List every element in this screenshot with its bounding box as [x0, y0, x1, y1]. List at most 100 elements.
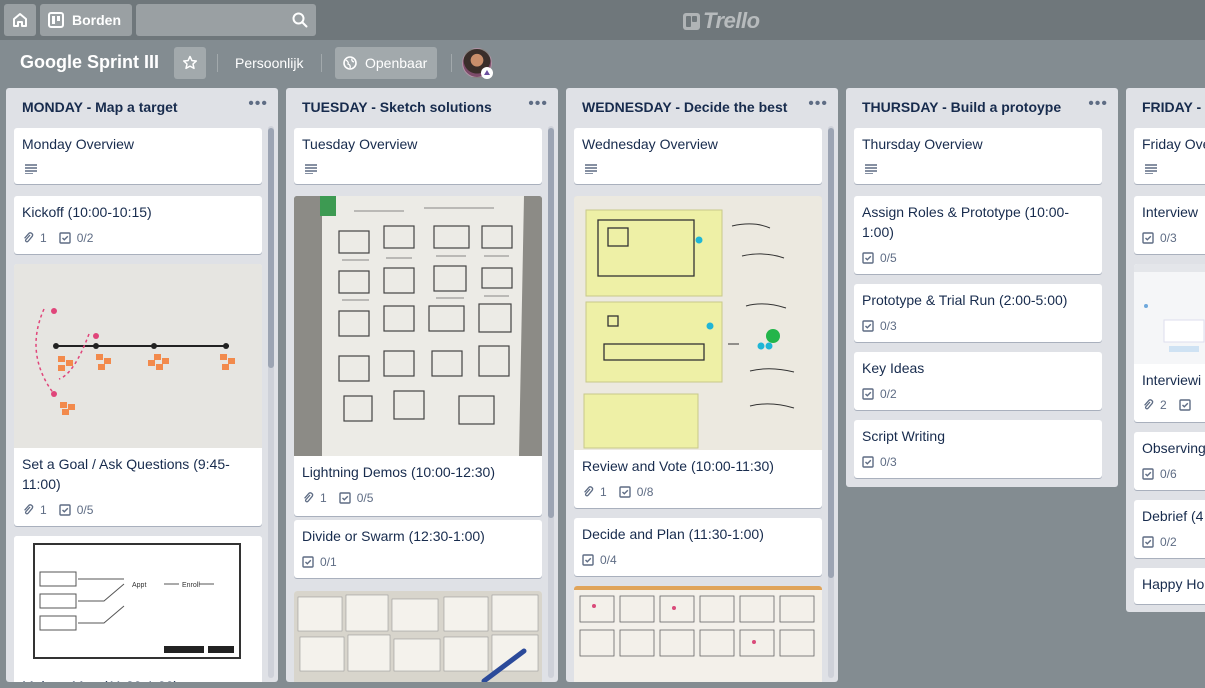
- attachment-count: 1: [40, 503, 47, 517]
- wireframe-grid-image: [574, 586, 822, 682]
- globe-icon: [343, 56, 357, 70]
- paperclip-icon: [24, 232, 34, 243]
- checklist-count: 0/5: [880, 251, 897, 265]
- checklist-icon: [302, 556, 314, 568]
- card[interactable]: Review and Vote (10:00-11:30) 1 0/8: [574, 196, 822, 508]
- board-title[interactable]: Google Sprint III: [20, 52, 159, 73]
- whiteboard-map-image: [14, 264, 262, 448]
- checklist-count: 0/3: [1160, 231, 1177, 245]
- home-button[interactable]: [4, 4, 36, 36]
- card[interactable]: Interview 0/3: [1134, 196, 1205, 254]
- card[interactable]: Tuesday Overview: [294, 128, 542, 184]
- avatar[interactable]: [462, 48, 493, 79]
- checklist-badge: 0/5: [338, 491, 374, 505]
- list-title[interactable]: TUESDAY - Sketch solutions: [286, 88, 558, 126]
- checklist-count: 0/5: [356, 491, 374, 505]
- card[interactable]: Decide and Plan (11:30-1:00) 0/4: [574, 518, 822, 576]
- checklist-icon: [1178, 399, 1191, 411]
- card[interactable]: Kickoff (10:00-10:15) 1 0/2: [14, 196, 262, 254]
- search-input[interactable]: [136, 4, 316, 36]
- star-icon: [182, 55, 198, 70]
- card-title: Make a Map (11:30-1:00): [14, 670, 262, 682]
- card-title: Kickoff (10:00-10:15): [22, 204, 152, 220]
- card[interactable]: [294, 591, 542, 682]
- card[interactable]: Happy Ho: [1134, 568, 1205, 604]
- card-title: Friday Overview: [1142, 136, 1205, 152]
- star-button[interactable]: [174, 47, 206, 79]
- description-icon: [1145, 164, 1157, 174]
- list-scrollbar[interactable]: [548, 126, 554, 678]
- card[interactable]: [574, 586, 822, 682]
- card-title: Observing: [1142, 440, 1205, 456]
- card-cover-image: [294, 591, 542, 682]
- card[interactable]: Assign Roles & Prototype (10:00-1:00) 0/…: [854, 196, 1102, 274]
- card-title: Debrief (4: [1142, 508, 1204, 524]
- checklist-badge: 0/3: [862, 455, 897, 469]
- list-scrollbar[interactable]: [268, 126, 274, 678]
- paperclip-icon: [24, 504, 34, 515]
- checklist-icon: [1142, 468, 1154, 480]
- checklist-badge: 0/5: [58, 503, 94, 517]
- attachment-badge: 1: [22, 503, 47, 517]
- checklist-icon: [338, 492, 351, 504]
- card[interactable]: Monday Overview: [14, 128, 262, 184]
- checklist-badge: 0/2: [1142, 535, 1177, 549]
- card[interactable]: Thursday Overview: [854, 128, 1102, 184]
- paperclip-icon: [584, 486, 594, 497]
- card[interactable]: Debrief (4 0/2: [1134, 500, 1205, 558]
- boards-icon: [48, 12, 64, 28]
- card[interactable]: Set a Goal / Ask Questions (9:45-11:00) …: [14, 264, 262, 526]
- checklist-icon: [582, 554, 594, 566]
- card-title: Monday Overview: [22, 136, 135, 152]
- attachment-badge: 1: [22, 231, 47, 245]
- checklist-badge: 0/4: [582, 553, 617, 567]
- checklist-badge: 0/8: [618, 485, 654, 499]
- card[interactable]: Friday Overview: [1134, 128, 1205, 184]
- card[interactable]: Script Writing 0/3: [854, 420, 1102, 478]
- card[interactable]: Observing 0/6: [1134, 432, 1205, 490]
- card[interactable]: Divide or Swarm (12:30-1:00) 0/1: [294, 520, 542, 578]
- visibility-button[interactable]: Openbaar: [335, 47, 438, 79]
- trello-logo[interactable]: Trello: [683, 8, 760, 34]
- card[interactable]: Prototype & Trial Run (2:00-5:00) 0/3: [854, 284, 1102, 342]
- checklist-count: 0/5: [76, 503, 94, 517]
- search-icon: [292, 12, 308, 28]
- card-title: Review and Vote (10:00-11:30): [582, 458, 774, 474]
- list-menu-icon[interactable]: •••: [1088, 95, 1108, 113]
- list-menu-icon[interactable]: •••: [528, 95, 548, 113]
- checklist-count: 0/8: [636, 485, 654, 499]
- personal-button[interactable]: Persoonlijk: [227, 47, 311, 79]
- header-divider: [451, 54, 452, 72]
- trello-logo-icon: [683, 12, 700, 30]
- svg-text:Enroll: Enroll: [182, 582, 200, 589]
- checklist-badge: 0/3: [1142, 231, 1177, 245]
- top-navigation-bar: Borden Trello: [0, 0, 1205, 40]
- checklist-icon: [58, 232, 71, 244]
- card-title: Assign Roles & Prototype (10:00-1:00): [862, 204, 1069, 240]
- list-menu-icon[interactable]: •••: [808, 95, 828, 113]
- card[interactable]: Appt Enroll Make a Map (11:30-1:00): [14, 536, 262, 682]
- trello-logo-text: Trello: [703, 8, 760, 33]
- sticky-notes-image: [574, 196, 822, 450]
- checklist-badge: 0/5: [862, 251, 897, 265]
- list-menu-icon[interactable]: •••: [248, 95, 268, 113]
- card-title: Divide or Swarm (12:30-1:00): [302, 528, 485, 544]
- card[interactable]: Key Ideas 0/2: [854, 352, 1102, 410]
- list-title[interactable]: FRIDAY -: [1126, 88, 1205, 126]
- card[interactable]: Wednesday Overview: [574, 128, 822, 184]
- card-title: Decide and Plan (11:30-1:00): [582, 526, 764, 542]
- list-title[interactable]: WEDNESDAY - Decide the best: [566, 88, 838, 126]
- list-scrollbar[interactable]: [828, 126, 834, 678]
- checklist-icon: [862, 388, 874, 400]
- card-title: Wednesday Overview: [582, 136, 718, 152]
- checklist-badge: [1178, 399, 1197, 411]
- card[interactable]: Lightning Demos (10:00-12:30) 1 0/5: [294, 196, 542, 516]
- description-icon: [25, 164, 37, 174]
- card[interactable]: Interviewi 2: [1134, 264, 1205, 422]
- list-title[interactable]: MONDAY - Map a target: [6, 88, 278, 126]
- list-friday: FRIDAY - Friday Overview Interview 0/3: [1126, 88, 1205, 612]
- paper-sketches-image: [294, 591, 542, 682]
- boards-button[interactable]: Borden: [40, 4, 132, 36]
- card-cover-image: [574, 196, 822, 450]
- list-title[interactable]: THURSDAY - Build a protoype: [846, 88, 1118, 126]
